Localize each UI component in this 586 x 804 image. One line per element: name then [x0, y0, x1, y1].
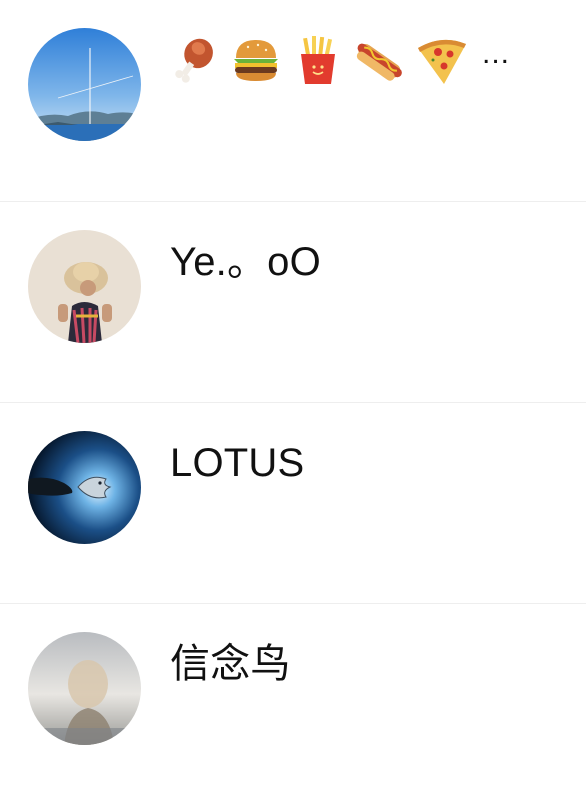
pizza-icon: [418, 39, 466, 84]
contact-name: Ye.。oO: [170, 240, 321, 284]
contact-row[interactable]: Ye.。oO: [0, 201, 586, 402]
hamburger-icon: [234, 40, 278, 81]
french-fries-icon: [301, 36, 335, 84]
avatar-image: [28, 431, 141, 544]
contact-name: LOTUS: [170, 441, 305, 485]
contact-row[interactable]: LOTUS: [0, 402, 586, 603]
hot-dog-icon: [356, 43, 402, 81]
contact-name: 信念鸟: [170, 642, 291, 686]
person-with-hat-avatar[interactable]: [28, 230, 141, 343]
contact-row[interactable]: 信念鸟: [0, 603, 586, 804]
contact-name-emoji: ...: [166, 30, 510, 90]
name-ellipsis: ...: [482, 37, 511, 70]
avatar-image: [28, 230, 141, 343]
avatar-image: [28, 632, 141, 745]
seaside-landscape-avatar[interactable]: [28, 28, 141, 141]
hazy-figure-avatar[interactable]: [28, 632, 141, 745]
contact-row[interactable]: ...: [0, 0, 586, 201]
contact-list: ... Ye.。oO LOTUS 信念鸟: [0, 0, 586, 788]
avatar-image: [28, 28, 141, 141]
hand-and-fish-avatar[interactable]: [28, 431, 141, 544]
meat-on-bone-icon: [175, 38, 213, 83]
